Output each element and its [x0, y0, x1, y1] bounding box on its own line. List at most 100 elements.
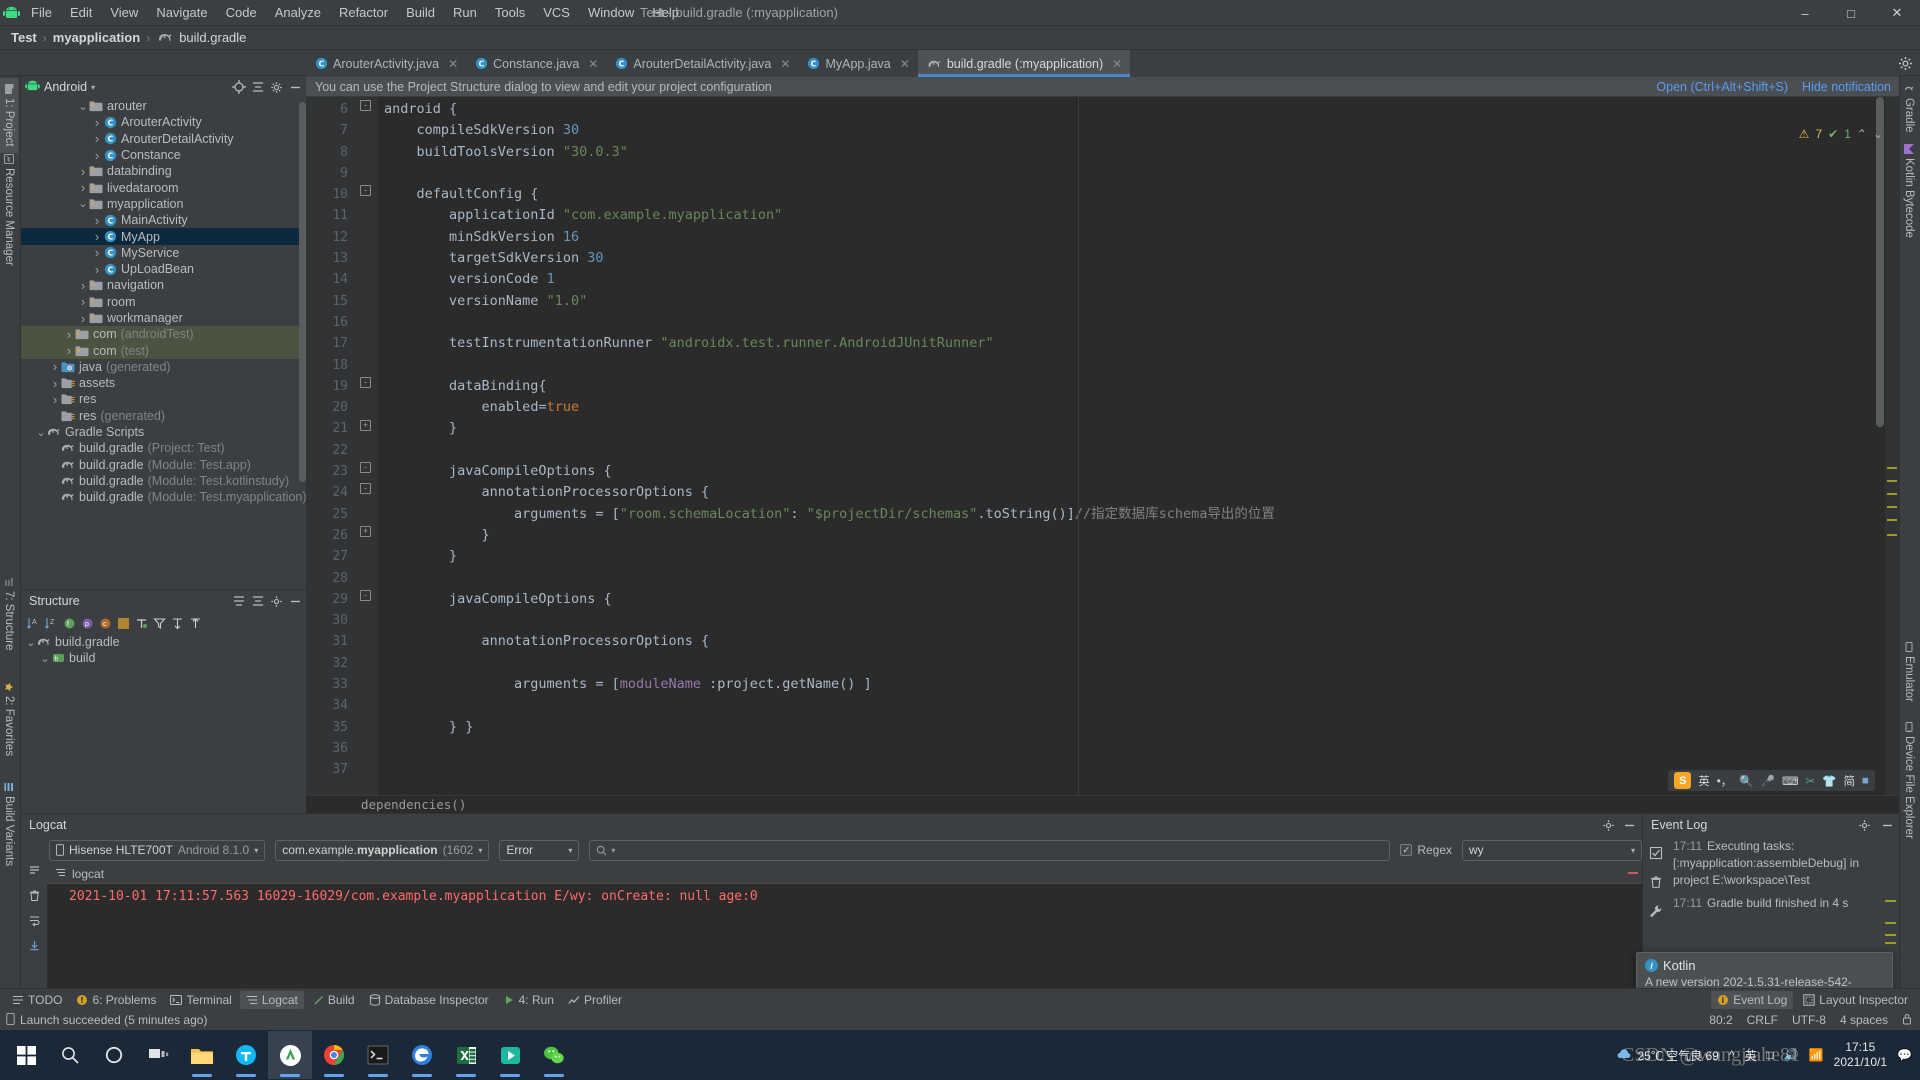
code-line[interactable]: dataBinding{ — [378, 376, 1899, 397]
code-editor[interactable]: 6 7 8 9 10 11 12 13 14 15 16 17 18 19 20 21 22 23 24 25 26 27… — [306, 97, 1899, 813]
code-line[interactable]: minSdkVersion 16 — [378, 227, 1899, 248]
tree-item-build-gradle[interactable]: build.gradle (Module: Test.kotlinstudy) — [21, 473, 306, 489]
tree-item-arouter[interactable]: ⌄ arouter — [21, 98, 306, 114]
chevron-right-icon[interactable]: › — [49, 376, 61, 391]
ime-floating-bar[interactable]: S 英 •， 🔍 🎤 ⌨ ✂ 👕 简 ■ — [1668, 770, 1875, 791]
tray-network-icon[interactable]: □ — [1767, 1048, 1774, 1062]
breadcrumb-project[interactable]: Test — [8, 30, 40, 45]
close-icon[interactable]: ✕ — [780, 57, 790, 71]
chevron-down-icon[interactable]: ▾ — [91, 83, 95, 92]
editor-tab-arouterdetailactivity-java[interactable]: C ArouterDetailActivity.java ✕ — [606, 50, 798, 77]
menu-item-window[interactable]: Window — [579, 2, 643, 23]
chevron-down-icon[interactable]: ⌄ — [77, 197, 89, 210]
collapse-all-icon[interactable] — [249, 593, 266, 610]
close-icon[interactable]: ✕ — [900, 57, 910, 71]
tool-window-layout-inspector[interactable]: Layout Inspector — [1797, 991, 1914, 1009]
tree-item-com[interactable]: › com (test) — [21, 342, 306, 359]
tree-item-myapp[interactable]: › C MyApp — [21, 228, 306, 245]
code-line[interactable]: defaultConfig { — [378, 184, 1899, 205]
menu-item-tools[interactable]: Tools — [486, 2, 534, 23]
tree-item-myapplication[interactable]: ⌄ myapplication — [21, 196, 306, 212]
menu-item-refactor[interactable]: Refactor — [330, 2, 397, 23]
file-encoding[interactable]: UTF-8 — [1792, 1013, 1826, 1027]
expand-node-icon[interactable] — [169, 615, 186, 632]
code-line[interactable]: targetSdkVersion 30 — [378, 248, 1899, 269]
tree-item-java[interactable]: › java (generated) — [21, 359, 306, 375]
logcat-regex-toggle[interactable]: ✓ Regex — [1400, 843, 1452, 857]
code-line[interactable] — [378, 610, 1899, 631]
ime-menu-icon[interactable]: ■ — [1862, 775, 1869, 787]
settings-gear-icon[interactable] — [268, 593, 285, 610]
tree-item-build-gradle[interactable]: build.gradle (Module: Test.myapplication) — [21, 489, 306, 505]
tool-window-database-inspector[interactable]: Database Inspector — [363, 991, 495, 1009]
editor-tab-constance-java[interactable]: C Constance.java ✕ — [466, 50, 606, 77]
hide-panel-icon[interactable] — [1621, 817, 1638, 834]
tool-window-6-problems[interactable]: 6: Problems — [70, 991, 162, 1009]
chevron-right-icon[interactable]: › — [77, 164, 89, 179]
code-content[interactable]: android { compileSdkVersion 30 buildTool… — [378, 97, 1899, 813]
close-icon[interactable]: ✕ — [588, 57, 598, 71]
weather-widget[interactable]: 25℃ 空气良 69 — [1617, 1047, 1719, 1064]
ime-search-icon[interactable]: 🔍 — [1739, 774, 1753, 788]
edge-icon[interactable] — [400, 1031, 444, 1079]
chrome-icon[interactable] — [312, 1031, 356, 1079]
fold-collapse-icon[interactable]: - — [360, 483, 371, 495]
fold-collapse-icon[interactable]: - — [360, 376, 371, 388]
chevron-right-icon[interactable]: › — [49, 392, 61, 407]
breadcrumb-file[interactable]: build.gradle — [176, 30, 249, 45]
tree-item-databinding[interactable]: › databinding — [21, 163, 306, 179]
fold-collapse-icon[interactable]: - — [360, 185, 371, 197]
menu-item-file[interactable]: File — [22, 2, 61, 23]
export-log-icon[interactable] — [26, 937, 43, 954]
chevron-right-icon[interactable]: › — [77, 294, 89, 309]
code-line[interactable]: } — [378, 525, 1899, 546]
settings-gear-icon[interactable] — [1600, 817, 1617, 834]
bottom-tool-strip[interactable]: TODO 6: Problems Terminal Logcat Build Databa… — [0, 988, 1920, 1010]
taskview-icon[interactable] — [136, 1031, 180, 1079]
sort-alpha-icon[interactable]: A — [25, 615, 42, 632]
logcat-output[interactable]: 2021-10-01 17:11:57.563 16029-16029/com.… — [47, 884, 1642, 988]
settings-gear-icon[interactable] — [268, 79, 285, 96]
code-line[interactable]: versionName "1.0" — [378, 291, 1899, 312]
code-line[interactable]: testInstrumentationRunner "androidx.test… — [378, 333, 1899, 354]
structure-tree[interactable]: ⌄ build.gradle ⌄ b build — [21, 634, 306, 667]
show-fields-icon[interactable]: f — [61, 615, 78, 632]
stripe-mark[interactable] — [1628, 872, 1638, 874]
indent-setting[interactable]: 4 spaces — [1840, 1013, 1888, 1027]
line-separator[interactable]: CRLF — [1747, 1013, 1778, 1027]
explorer-icon[interactable] — [180, 1031, 224, 1079]
chevron-right-icon[interactable]: › — [91, 213, 103, 228]
chevron-right-icon[interactable]: › — [91, 245, 103, 260]
tree-item-myservice[interactable]: › C MyService — [21, 245, 306, 261]
sidebar-item-favorites[interactable]: 2: Favorites — [0, 676, 18, 762]
code-line[interactable] — [378, 738, 1899, 759]
menu-item-edit[interactable]: Edit — [61, 2, 101, 23]
code-line[interactable]: android { — [378, 99, 1899, 120]
target-icon[interactable] — [230, 79, 247, 96]
code-line[interactable]: applicationId "com.example.myapplication… — [378, 205, 1899, 226]
tool-window-event-log[interactable]: i Event Log — [1711, 990, 1794, 1009]
tree-item-gradle-scripts[interactable]: ⌄ Gradle Scripts — [21, 424, 306, 440]
hide-panel-icon[interactable] — [287, 593, 304, 610]
sidebar-item-device-file-explorer[interactable]: Device File Explorer — [1900, 716, 1918, 845]
logcat-level-selector[interactable]: Error ▾ — [499, 839, 580, 861]
logcat-tab-row[interactable]: logcat — [47, 864, 1642, 884]
close-icon[interactable]: ✕ — [448, 57, 458, 71]
menu-item-code[interactable]: Code — [217, 2, 266, 23]
chevron-right-icon[interactable]: › — [91, 131, 103, 146]
video-icon[interactable] — [488, 1031, 532, 1079]
soft-wrap-icon[interactable] — [26, 912, 43, 929]
code-line[interactable] — [378, 653, 1899, 674]
chevron-right-icon[interactable]: › — [77, 311, 89, 326]
menu-item-build[interactable]: Build — [397, 2, 444, 23]
window-controls[interactable]: – □ ✕ — [1782, 0, 1920, 26]
code-line[interactable]: compileSdkVersion 30 — [378, 120, 1899, 141]
editor-breadcrumb[interactable]: dependencies() — [306, 795, 1899, 813]
scroll-to-end-icon[interactable] — [26, 862, 43, 879]
breadcrumb-module[interactable]: myapplication — [50, 30, 143, 45]
show-constants-icon[interactable]: c — [97, 615, 114, 632]
taskbar-clock[interactable]: 17:15 2021/10/1 — [1834, 1040, 1887, 1070]
logcat-process-selector[interactable]: com.example. myapplication (1602 ▾ — [275, 839, 490, 861]
sidebar-item-emulator[interactable]: Emulator — [1900, 636, 1918, 708]
structure-item-build-gradle[interactable]: ⌄ build.gradle — [21, 634, 306, 650]
